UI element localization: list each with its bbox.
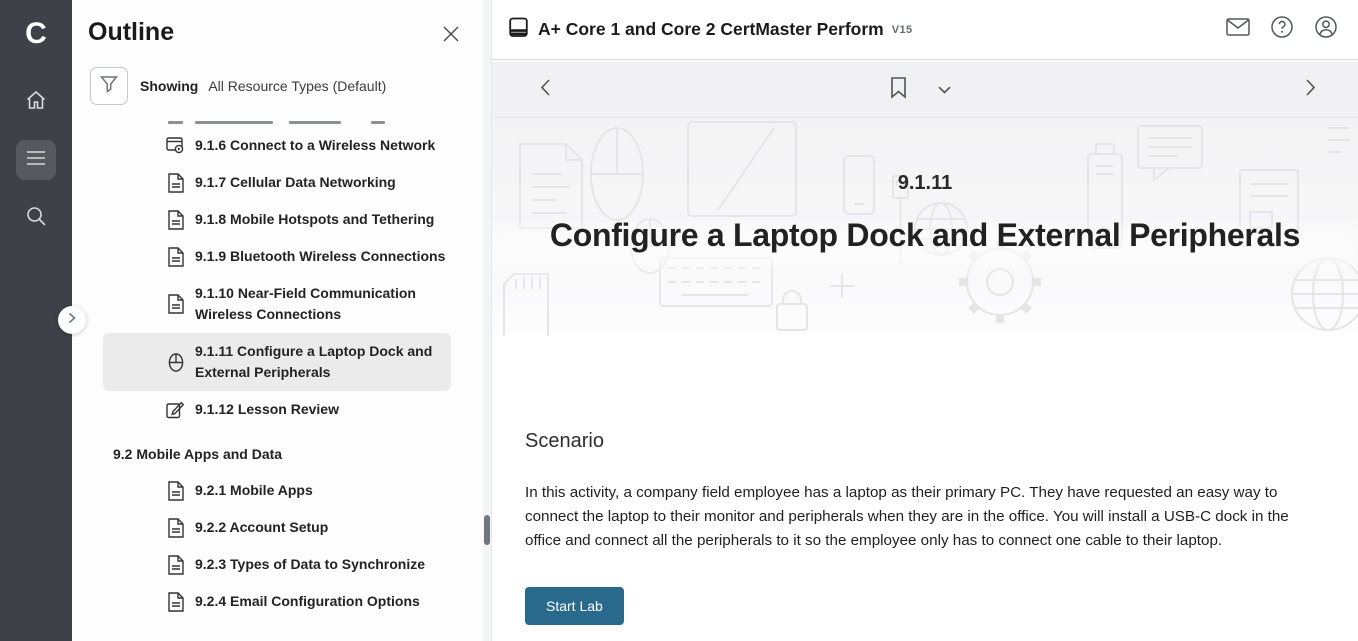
outline-item-label: 9.1.8 Mobile Hotspots and Tethering — [195, 209, 455, 230]
outline-item[interactable]: 9.1.8 Mobile Hotspots and Tethering — [103, 201, 491, 238]
chevron-down-icon — [938, 81, 951, 99]
outline-item[interactable]: 9.2.2 Account Setup — [103, 509, 491, 546]
course-version-badge: V15 — [892, 24, 913, 36]
scenario-heading: Scenario — [525, 430, 1325, 453]
chevron-left-icon — [540, 78, 551, 101]
lesson-number: 9.1.11 — [492, 172, 1358, 195]
bookmark-icon — [890, 76, 907, 103]
outline-item-label: 9.2.2 Account Setup — [195, 517, 455, 538]
scenario-section: Scenario In this activity, a company fie… — [492, 430, 1358, 625]
scenario-paragraph: In this activity, a company field employ… — [525, 481, 1321, 553]
messages-button[interactable] — [1226, 18, 1250, 42]
outline-title: Outline — [88, 18, 491, 47]
lesson-title: Configure a Laptop Dock and External Per… — [492, 217, 1358, 254]
account-button[interactable] — [1314, 18, 1338, 42]
document-icon — [166, 555, 185, 575]
edit-icon — [166, 400, 185, 419]
outline-menu-button[interactable] — [16, 140, 56, 180]
outline-item[interactable]: 9.2.3 Types of Data to Synchronize — [103, 546, 491, 583]
bookmark-menu-button[interactable] — [938, 81, 951, 99]
outline-item[interactable]: 9.1.7 Cellular Data Networking — [103, 164, 491, 201]
lesson-navbar — [492, 62, 1358, 118]
document-icon — [166, 592, 185, 612]
document-icon — [166, 481, 185, 501]
chevron-right-icon — [67, 311, 77, 329]
document-icon — [166, 173, 185, 193]
app-window: C Outline — [0, 0, 1358, 641]
home-button[interactable] — [16, 82, 56, 122]
outline-item-label: 9.1.12 Lesson Review — [195, 399, 455, 420]
search-icon — [25, 205, 47, 232]
outline-item-label: 9.1.9 Bluetooth Wireless Connections — [195, 246, 455, 267]
start-lab-button[interactable]: Start Lab — [525, 587, 624, 625]
search-button[interactable] — [16, 198, 56, 238]
outline-list: 9.1.6 Connect to a Wireless Network 9.1.… — [72, 115, 491, 620]
bookmark-button[interactable] — [890, 76, 907, 103]
panel-collapse-toggle[interactable] — [58, 306, 86, 334]
main-content: A+ Core 1 and Core 2 CertMaster Perform … — [492, 0, 1358, 641]
mail-icon — [1226, 18, 1250, 41]
outline-item[interactable]: 9.1.9 Bluetooth Wireless Connections — [103, 238, 491, 275]
document-icon — [166, 247, 185, 267]
outline-item-label: 9.1.11 Configure a Laptop Dock and Exter… — [195, 341, 441, 383]
previous-lesson-button[interactable] — [540, 78, 551, 101]
chevron-right-icon — [1305, 78, 1316, 101]
outline-item[interactable]: 9.1.6 Connect to a Wireless Network — [103, 127, 491, 164]
next-lesson-button[interactable] — [1305, 78, 1316, 101]
outline-item-label: 9.1.6 Connect to a Wireless Network — [195, 135, 455, 156]
outline-item-partial[interactable] — [103, 115, 491, 127]
help-button[interactable] — [1270, 18, 1294, 42]
filter-funnel-icon — [99, 74, 119, 99]
outline-panel: Outline Showing All Resource Types (Defa… — [72, 0, 492, 641]
outline-item-label: 9.1.10 Near-Field Communication Wireless… — [195, 283, 455, 325]
outline-item[interactable]: 9.2.1 Mobile Apps — [103, 472, 491, 509]
outline-item-label: 9.1.7 Cellular Data Networking — [195, 172, 455, 193]
filter-showing-label: Showing — [140, 78, 198, 94]
menu-icon — [26, 150, 46, 171]
outline-close-button[interactable] — [441, 24, 461, 44]
filter-value: All Resource Types (Default) — [208, 78, 386, 94]
document-icon — [166, 294, 185, 314]
comptia-logo[interactable]: C — [25, 12, 47, 56]
mouse-icon — [166, 352, 185, 372]
lesson-hero-banner: 9.1.11 Configure a Laptop Dock and Exter… — [492, 118, 1358, 336]
outline-section-header[interactable]: 9.2 Mobile Apps and Data — [113, 440, 491, 468]
book-icon — [508, 17, 529, 43]
video-icon — [166, 137, 185, 154]
outline-item[interactable]: 9.1.12 Lesson Review — [103, 391, 491, 428]
outline-item-label: 9.2.4 Email Configuration Options — [195, 591, 455, 612]
course-title: A+ Core 1 and Core 2 CertMaster Perform — [538, 19, 884, 40]
course-header: A+ Core 1 and Core 2 CertMaster Perform … — [492, 0, 1358, 60]
filter-row: Showing All Resource Types (Default) — [90, 67, 491, 105]
outline-item-label: 9.2.3 Types of Data to Synchronize — [195, 554, 455, 575]
outline-item-selected[interactable]: 9.1.11 Configure a Laptop Dock and Exter… — [103, 333, 451, 391]
help-icon — [1270, 15, 1294, 44]
document-icon — [166, 210, 185, 230]
outline-scrollbar-thumb[interactable] — [484, 515, 490, 545]
close-icon — [441, 31, 461, 48]
account-icon — [1314, 15, 1338, 44]
outline-item-label: 9.2.1 Mobile Apps — [195, 480, 455, 501]
outline-item[interactable]: 9.1.10 Near-Field Communication Wireless… — [103, 275, 491, 333]
filter-button[interactable] — [90, 67, 128, 105]
outline-item[interactable]: 9.2.4 Email Configuration Options — [103, 583, 491, 620]
home-icon — [25, 89, 47, 116]
header-actions — [1226, 18, 1338, 42]
document-icon — [166, 518, 185, 538]
